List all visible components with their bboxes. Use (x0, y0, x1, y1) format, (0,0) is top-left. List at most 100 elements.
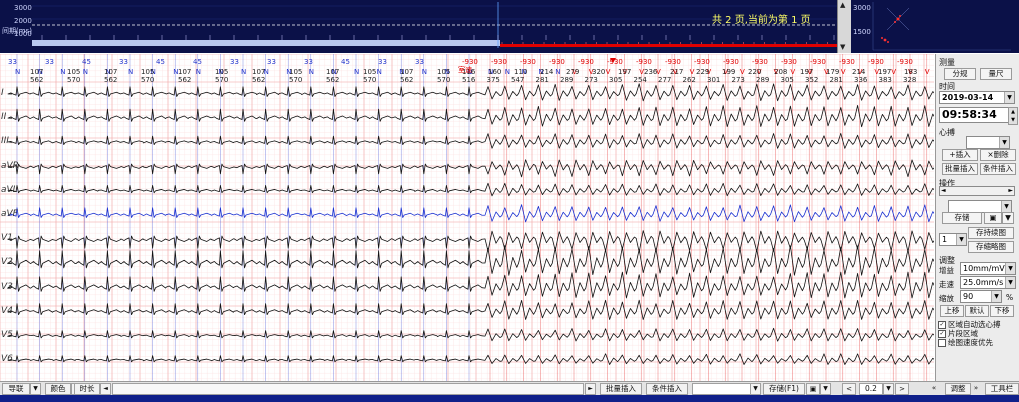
lead-label-v5: V5 (1, 330, 13, 340)
save-options-dropdown-icon[interactable]: ▼ (1002, 212, 1014, 224)
zoom-select[interactable]: 0.2 (859, 383, 883, 395)
beat-type-label: V (925, 68, 930, 76)
rr-top-label: -930 (723, 58, 739, 66)
rr-interval-label: 570 (215, 76, 228, 84)
scroll-right-icon[interactable]: ► (585, 383, 596, 395)
rr-interval-label: 570 (67, 76, 80, 84)
beat-type-label: N (422, 68, 427, 76)
scroll-up-arrow-icon[interactable]: ▲ (840, 1, 845, 9)
beat-type-label: N (196, 68, 201, 76)
scale-select[interactable]: 90 ▼ (960, 290, 1002, 303)
batch-insert-bottom-button[interactable]: 批量插入 (600, 383, 642, 395)
rr-interval-label: 107 (178, 68, 191, 76)
trend-scrollbar[interactable]: ▲ ▼ (837, 0, 851, 53)
lead-nav-button[interactable]: 导联 (2, 383, 30, 395)
speed-select[interactable]: 25.0mm/s ▼ (960, 276, 1016, 289)
slider-left-icon[interactable]: ◄ (941, 187, 946, 195)
date-picker[interactable]: 2019-03-14 ▼ (939, 91, 1015, 104)
rr-interval-label: 562 (326, 76, 339, 84)
rr-interval-label: 336 (854, 76, 868, 84)
beat-type-select[interactable]: ▼ (966, 136, 1010, 149)
date-dropdown-icon[interactable]: ▼ (1004, 92, 1014, 103)
rr-interval-label: 305 (609, 76, 622, 84)
rr-interval-label: 179 (826, 68, 839, 76)
rr-interval-label: 328 (903, 76, 916, 84)
save-button[interactable]: 存储 (942, 212, 982, 224)
save-thumbnail-button[interactable]: 存缩略图 (968, 241, 1014, 253)
save-disk-icon[interactable]: ▣ (984, 212, 1002, 224)
beat-type-label: N (60, 68, 65, 76)
beat-type-label: N (377, 68, 382, 76)
beat-type-label: N (505, 68, 510, 76)
save-dropdown-bottom-icon[interactable]: ▼ (820, 383, 831, 395)
control-panel: 测量 分规 量尺 时间 2019-03-14 ▼ 09:58:34 ▲ ▼ 心搏 … (935, 54, 1019, 381)
conditional-insert-button[interactable]: 条件插入 (980, 163, 1016, 175)
rr-scatter-minimap[interactable]: 3000 1500 (851, 0, 1019, 53)
gain-dropdown-icon[interactable]: ▼ (1005, 263, 1015, 274)
beat-type-label: N (309, 68, 314, 76)
color-button[interactable]: 颜色 (45, 383, 71, 395)
speed-priority-checkbox[interactable]: 绘图速度优先 (938, 337, 993, 348)
slider-right-icon[interactable]: ► (1008, 187, 1013, 195)
insert-beat-button[interactable]: +插入 (942, 149, 978, 161)
lead-nav-dropdown-icon[interactable]: ▼ (30, 383, 41, 395)
trend-tick-3000: 3000 (14, 4, 32, 12)
scroll-down-arrow-icon[interactable]: ▼ (840, 43, 845, 51)
strip-count-dropdown-icon[interactable]: ▼ (956, 234, 966, 245)
rr-interval-label: 273 (732, 76, 745, 84)
beat-type-label: V (690, 68, 695, 76)
rr-interval-label: 305 (781, 76, 794, 84)
lead-label-v3: V3 (1, 281, 13, 292)
collapse-left-icon[interactable]: « (928, 383, 940, 393)
rr-top-label: 45 (156, 58, 165, 66)
rr-interval-label: 375 (487, 76, 500, 84)
zoom-in-arrow-icon[interactable]: > (895, 383, 909, 395)
duration-prev-icon[interactable]: ◄ (100, 383, 111, 395)
delete-beat-button[interactable]: ×删除 (980, 149, 1016, 161)
save-strip-button[interactable]: 存持续图 (968, 227, 1014, 239)
ruler-button[interactable]: 量尺 (980, 68, 1012, 80)
checkbox-empty-icon[interactable] (938, 339, 946, 347)
operate-slider[interactable]: ◄ ► (939, 186, 1015, 196)
rr-interval-label: 105 (141, 68, 154, 76)
bottom-toolbar: 导联 ▼ 颜色 ▼ 时长 ◄ ► 批量插入 条件插入 ▼ 存储(F1) ▣ ▼ … (0, 381, 1019, 395)
gain-select[interactable]: 10mm/mV ▼ (960, 262, 1016, 275)
insert-mode-select[interactable] (692, 383, 752, 395)
rr-interval-label: 262 (683, 76, 696, 84)
strip-count-value: 1 (942, 235, 948, 244)
default-button[interactable]: 默认 (965, 305, 989, 317)
speed-dropdown-icon[interactable]: ▼ (1005, 277, 1015, 288)
insert-mode-dropdown-icon[interactable]: ▼ (750, 383, 761, 395)
ecg-strip-area[interactable]: 33 33 45 33 45 45 33 33 33 45 33 33 -930 -930 -930 -930… (0, 54, 934, 381)
strip-count-select[interactable]: 1 ▼ (939, 233, 967, 246)
ecg-waveform-canvas[interactable]: 33 33 45 33 45 45 33 33 33 45 33 33 -930 -930 -930 -930… (0, 54, 934, 381)
time-spinner[interactable]: 09:58:34 (939, 107, 1009, 123)
beat-select-dropdown-icon[interactable]: ▼ (999, 137, 1009, 148)
move-up-button[interactable]: 上移 (940, 305, 964, 317)
rr-interval-label: 277 (658, 76, 671, 84)
rr-interval-label: 197 (800, 68, 813, 76)
adjust-tab-button[interactable]: 调整 (945, 383, 971, 395)
rr-trend-panel[interactable]: 间期(ms) 3000 2000 1000 共 2 页,当前为第 1 页 ▲ ▼ (0, 0, 851, 53)
rr-top-label: 33 (378, 58, 387, 66)
rr-interval-label: 279 (566, 68, 579, 76)
save-f1-button[interactable]: 存储(F1) (763, 383, 805, 395)
save-disk-bottom-icon[interactable]: ▣ (806, 383, 820, 395)
speed-label: 走速 (939, 280, 954, 289)
scale-dropdown-icon[interactable]: ▼ (991, 291, 1001, 302)
operate-select-dropdown-icon[interactable]: ▼ (1001, 201, 1011, 212)
lead-label-v4: V4 (1, 305, 13, 316)
lead-label-ii: II (1, 112, 7, 123)
conditional-insert-bottom-button[interactable]: 条件插入 (646, 383, 688, 395)
batch-insert-button[interactable]: 批量插入 (942, 163, 978, 175)
zoom-out-arrow-icon[interactable]: < (842, 383, 856, 395)
move-down-button[interactable]: 下移 (990, 305, 1014, 317)
caliper-button[interactable]: 分规 (944, 68, 976, 80)
toolbox-tab-button[interactable]: 工具栏 (985, 383, 1019, 395)
horizontal-scrollbar[interactable] (112, 383, 584, 395)
expand-right-icon[interactable]: » (970, 383, 982, 393)
beat-type-label: N (354, 68, 359, 76)
zoom-dropdown-icon[interactable]: ▼ (883, 383, 894, 395)
time-spinner-arrows-icon[interactable]: ▲ ▼ (1008, 107, 1018, 125)
duration-button[interactable]: 时长 (74, 383, 100, 395)
